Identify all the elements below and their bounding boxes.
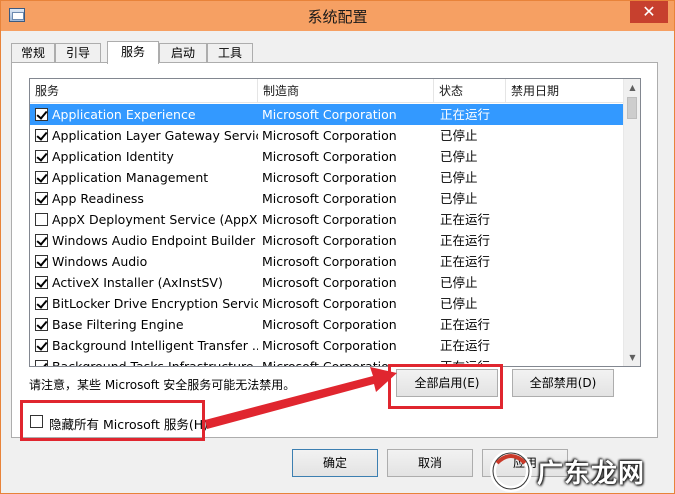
table-row[interactable]: App Readiness Microsoft Corporation 已停止 bbox=[30, 188, 624, 209]
service-status: 已停止 bbox=[440, 296, 478, 311]
service-name: Base Filtering Engine bbox=[52, 317, 184, 332]
service-status: 正在运行 bbox=[440, 338, 491, 353]
service-name: App Readiness bbox=[52, 191, 144, 206]
close-icon: ✕ bbox=[642, 2, 656, 21]
table-row[interactable]: ActiveX Installer (AxInstSV) Microsoft Co… bbox=[30, 272, 624, 293]
service-name: Application Management bbox=[52, 170, 209, 185]
service-status: 已停止 bbox=[440, 275, 478, 290]
service-checkbox[interactable] bbox=[35, 276, 48, 289]
table-row[interactable]: Application Management Microsoft Corporat… bbox=[30, 167, 624, 188]
scroll-up-icon[interactable]: ▲ bbox=[624, 79, 640, 96]
service-status: 已停止 bbox=[440, 170, 478, 185]
security-note: 请注意，某些 Microsoft 安全服务可能无法禁用。 bbox=[29, 378, 296, 392]
enable-all-button[interactable]: 全部启用(E) bbox=[396, 369, 498, 397]
service-status: 已停止 bbox=[440, 149, 478, 164]
service-checkbox[interactable] bbox=[35, 192, 48, 205]
service-name: Windows Audio Endpoint Builder bbox=[52, 233, 256, 248]
tab-startup[interactable]: 启动 bbox=[159, 43, 207, 63]
service-manufacturer: Microsoft Corporation bbox=[262, 149, 397, 164]
service-manufacturer: Microsoft Corporation bbox=[262, 128, 397, 143]
service-status: 已停止 bbox=[440, 128, 478, 143]
service-name: AppX Deployment Service (AppX... bbox=[52, 212, 258, 227]
services-list[interactable]: 服务 制造商 状态 禁用日期 Application Experience Mic… bbox=[29, 78, 641, 367]
column-header-disabled-date[interactable]: 禁用日期 bbox=[506, 79, 624, 103]
service-name: Application Layer Gateway Service bbox=[52, 128, 258, 143]
table-row[interactable]: BitLocker Drive Encryption Service Micros… bbox=[30, 293, 624, 314]
table-row[interactable]: AppX Deployment Service (AppX... Microsof… bbox=[30, 209, 624, 230]
service-checkbox[interactable] bbox=[35, 171, 48, 184]
service-status: 正在运行 bbox=[440, 317, 491, 332]
hide-microsoft-services-checkbox[interactable] bbox=[30, 415, 43, 428]
column-header-manufacturer[interactable]: 制造商 bbox=[258, 79, 434, 103]
close-button[interactable]: ✕ bbox=[630, 1, 668, 23]
service-manufacturer: Microsoft Corporation bbox=[262, 275, 397, 290]
table-row[interactable]: Background Tasks Infrastructure ... Micro… bbox=[30, 356, 624, 367]
service-checkbox[interactable] bbox=[35, 129, 48, 142]
table-row[interactable]: Application Layer Gateway Service Microso… bbox=[30, 125, 624, 146]
service-name: Windows Audio bbox=[52, 254, 148, 269]
service-checkbox[interactable] bbox=[35, 339, 48, 352]
service-manufacturer: Microsoft Corporation bbox=[262, 191, 397, 206]
services-panel: 服务 制造商 状态 禁用日期 Application Experience Mic… bbox=[11, 62, 658, 438]
service-status: 已停止 bbox=[440, 191, 478, 206]
hide-microsoft-services-label: 隐藏所有 Microsoft 服务(H) bbox=[49, 417, 208, 432]
table-row[interactable]: Application Identity Microsoft Corporatio… bbox=[30, 146, 624, 167]
service-manufacturer: Microsoft Corporation bbox=[262, 338, 397, 353]
service-name: ActiveX Installer (AxInstSV) bbox=[52, 275, 223, 290]
service-checkbox[interactable] bbox=[35, 213, 48, 226]
disable-all-button[interactable]: 全部禁用(D) bbox=[512, 369, 614, 397]
service-name: Background Tasks Infrastructure ... bbox=[52, 359, 258, 367]
service-manufacturer: Microsoft Corporation bbox=[262, 254, 397, 269]
service-status: 正在运行 bbox=[440, 107, 491, 122]
window-title: 系统配置 bbox=[307, 8, 368, 26]
table-row[interactable]: Background Intelligent Transfer ... Micro… bbox=[30, 335, 624, 356]
service-manufacturer: Microsoft Corporation bbox=[262, 317, 397, 332]
service-checkbox[interactable] bbox=[35, 255, 48, 268]
service-checkbox[interactable] bbox=[35, 297, 48, 310]
service-manufacturer: Microsoft Corporation bbox=[262, 170, 397, 185]
service-manufacturer: Microsoft Corporation bbox=[262, 296, 397, 311]
system-config-window: 系统配置 ✕ 常规 引导 服务 启动 工具 服务 制造商 状态 禁用日期 App… bbox=[0, 0, 675, 494]
list-header: 服务 制造商 状态 禁用日期 bbox=[30, 79, 624, 103]
service-name: Application Experience bbox=[52, 107, 196, 122]
column-header-status[interactable]: 状态 bbox=[434, 79, 506, 103]
service-checkbox[interactable] bbox=[35, 318, 48, 331]
apply-button[interactable]: 应用 bbox=[482, 449, 568, 477]
tab-tools[interactable]: 工具 bbox=[207, 43, 253, 63]
service-name: BitLocker Drive Encryption Service bbox=[52, 296, 258, 311]
scroll-thumb[interactable] bbox=[627, 97, 637, 119]
table-row[interactable]: Base Filtering Engine Microsoft Corporati… bbox=[30, 314, 624, 335]
ok-button[interactable]: 确定 bbox=[292, 449, 378, 477]
table-row[interactable]: Windows Audio Endpoint Builder Microsoft … bbox=[30, 230, 624, 251]
table-row[interactable]: Windows Audio Microsoft Corporation 正在运行 bbox=[30, 251, 624, 272]
service-manufacturer: Microsoft Corporation bbox=[262, 107, 397, 122]
service-status: 正在运行 bbox=[440, 233, 491, 248]
service-checkbox[interactable] bbox=[35, 360, 48, 366]
service-manufacturer: Microsoft Corporation bbox=[262, 212, 397, 227]
service-manufacturer: Microsoft Corporation bbox=[262, 233, 397, 248]
tab-services[interactable]: 服务 bbox=[107, 41, 159, 64]
service-status: 正在运行 bbox=[440, 212, 491, 227]
service-status: 正在运行 bbox=[440, 359, 491, 367]
title-bar[interactable]: 系统配置 ✕ bbox=[1, 1, 674, 31]
cancel-button[interactable]: 取消 bbox=[387, 449, 473, 477]
service-checkbox[interactable] bbox=[35, 234, 48, 247]
service-checkbox[interactable] bbox=[35, 108, 48, 121]
service-manufacturer: Microsoft Corporation bbox=[262, 359, 397, 367]
service-status: 正在运行 bbox=[440, 254, 491, 269]
column-header-service[interactable]: 服务 bbox=[30, 79, 258, 103]
service-name: Background Intelligent Transfer ... bbox=[52, 338, 258, 353]
scroll-down-icon[interactable]: ▼ bbox=[624, 349, 640, 366]
service-checkbox[interactable] bbox=[35, 150, 48, 163]
tab-boot[interactable]: 引导 bbox=[55, 43, 101, 63]
vertical-scrollbar[interactable]: ▲ ▼ bbox=[623, 79, 640, 366]
service-name: Application Identity bbox=[52, 149, 174, 164]
table-row[interactable]: Application Experience Microsoft Corporat… bbox=[30, 104, 624, 125]
tab-general[interactable]: 常规 bbox=[11, 43, 55, 63]
